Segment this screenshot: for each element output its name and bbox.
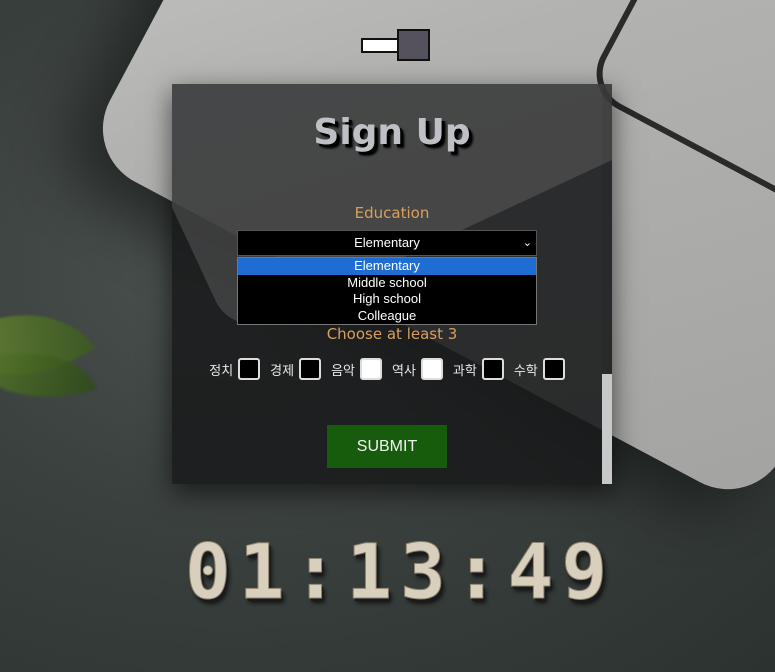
clock-hours: 01 — [185, 527, 293, 616]
subject-checkbox[interactable] — [360, 358, 382, 380]
digital-clock: 01:13:49 — [185, 527, 608, 616]
subject-checkbox[interactable] — [542, 358, 565, 380]
subject-label: 음악 — [331, 363, 355, 379]
subject-label: 경제 — [270, 363, 295, 379]
subject-label: 수학 — [513, 363, 538, 379]
education-options-list: Elementary Middle school High school Col… — [237, 257, 537, 325]
subject-item: 역사 — [392, 358, 443, 380]
education-option[interactable]: Middle school — [238, 275, 536, 292]
clock-separator: : — [453, 527, 508, 616]
education-option[interactable]: High school — [238, 291, 536, 308]
education-label: Education — [354, 204, 430, 222]
toggle-track — [361, 38, 399, 53]
clock-seconds: 49 — [507, 527, 616, 616]
page-title: Sign Up — [313, 112, 471, 153]
subject-item: 경제 — [270, 358, 322, 380]
subject-label: 정치 — [209, 363, 234, 379]
scrollbar-thumb[interactable] — [602, 374, 612, 484]
education-selected-value: Elementary — [354, 235, 420, 250]
chevron-down-icon: ⌄ — [522, 237, 532, 249]
subject-item: 정치 — [209, 358, 261, 380]
subject-item: 음악 — [331, 358, 382, 380]
submit-button[interactable]: SUBMIT — [327, 425, 447, 468]
subject-item: 과학 — [453, 358, 504, 380]
theme-toggle[interactable] — [361, 29, 431, 61]
choose-label: Choose at least 3 — [326, 325, 458, 343]
signup-card: Sign Up Education Elementary ⌄ Elementar… — [172, 84, 612, 484]
toggle-knob — [397, 29, 430, 61]
subject-label: 과학 — [452, 363, 477, 379]
subject-item: 수학 — [514, 358, 565, 380]
education-option[interactable]: Elementary — [238, 258, 536, 275]
subject-label: 역사 — [392, 363, 416, 379]
subject-checkbox[interactable] — [420, 358, 443, 380]
clock-separator: : — [292, 527, 347, 616]
subject-checkbox[interactable] — [238, 358, 261, 380]
subject-checkboxes: 정치 경제 음악 역사 과학 수학 — [192, 356, 592, 382]
subject-checkbox[interactable] — [299, 358, 322, 380]
education-option[interactable]: Colleague — [238, 308, 536, 325]
subject-checkbox[interactable] — [481, 358, 504, 380]
education-select[interactable]: Elementary ⌄ — [237, 230, 537, 256]
clock-minutes: 13 — [346, 527, 454, 616]
